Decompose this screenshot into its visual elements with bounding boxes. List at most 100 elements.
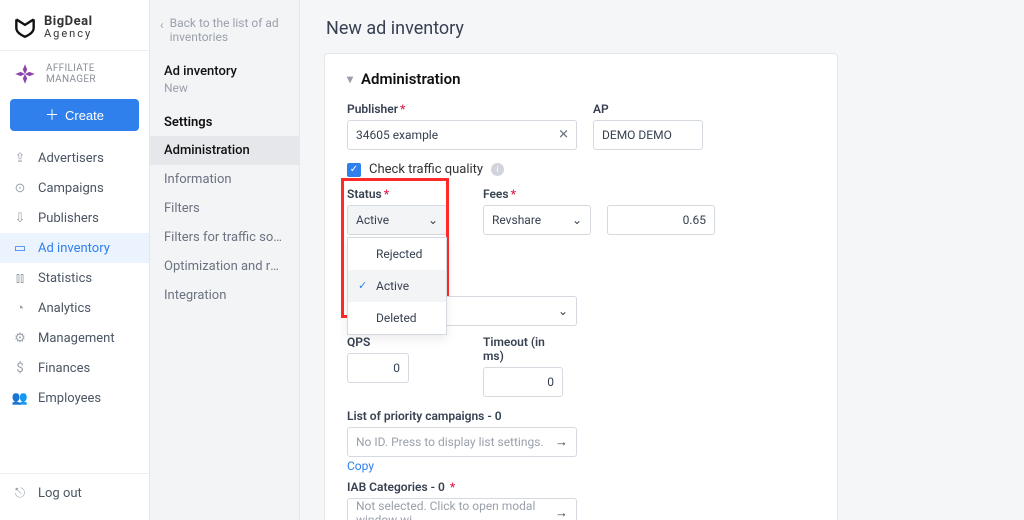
gear-icon: ⚙ xyxy=(12,330,28,346)
back-link[interactable]: ‹ Back to the list of ad inventories xyxy=(150,10,299,56)
clear-icon[interactable]: ✕ xyxy=(558,128,569,143)
back-link-label: Back to the list of ad inventories xyxy=(170,16,289,44)
create-button[interactable]: ＋ Create xyxy=(10,99,139,131)
fees-type-value: Revshare xyxy=(492,213,541,227)
chevron-down-icon: ⌄ xyxy=(558,304,568,318)
chevron-down-icon: ▾ xyxy=(347,72,353,86)
sidebar-item-ad-inventory[interactable]: ▭ Ad inventory xyxy=(0,233,149,263)
administration-panel: ▾ Administration Publisher* 34605 exampl… xyxy=(324,53,838,520)
plus-icon: ＋ xyxy=(45,108,59,122)
subnav-item-administration[interactable]: Administration xyxy=(150,136,299,165)
publisher-value: 34605 example xyxy=(356,128,438,142)
user-avatar-icon xyxy=(12,61,38,87)
sidebar-item-logout[interactable]: ⎋ Log out xyxy=(0,478,149,508)
brand-block: BigDeal Agency xyxy=(0,0,149,50)
sidebar-item-label: Analytics xyxy=(38,301,91,316)
publisher-label: Publisher* xyxy=(347,102,577,116)
arrow-right-icon: → xyxy=(555,505,568,520)
ap-label: AP xyxy=(593,102,703,116)
subnav-heading: Settings xyxy=(150,109,299,136)
status-select[interactable]: Active ⌄ xyxy=(347,205,447,235)
sidebar-item-advertisers[interactable]: ⇪ Advertisers xyxy=(0,143,149,173)
qps-label: QPS xyxy=(347,335,409,349)
breadcrumb-parent: Ad inventory xyxy=(150,56,299,81)
check-traffic-label: Check traffic quality xyxy=(369,162,483,177)
status-option-rejected[interactable]: Rejected xyxy=(348,238,446,270)
subnav-item-information[interactable]: Information xyxy=(150,165,299,194)
priority-campaigns-label: List of priority campaigns - 0 xyxy=(347,409,577,423)
logout-icon: ⎋ xyxy=(12,485,28,501)
chevron-down-icon: ⌄ xyxy=(572,213,582,227)
fees-value-label xyxy=(607,187,715,201)
chevron-left-icon: ‹ xyxy=(160,18,164,32)
sidebar-item-campaigns[interactable]: ⊙ Campaigns xyxy=(0,173,149,203)
timeout-label: Timeout (in ms) xyxy=(483,335,563,363)
globe-icon: ◔ xyxy=(12,300,28,316)
download-icon: ⇩ xyxy=(12,210,28,226)
panel-title: Administration xyxy=(361,70,460,88)
sidebar-item-label: Management xyxy=(38,331,115,346)
sidebar-item-label: Employees xyxy=(38,391,101,406)
sidebar-item-publishers[interactable]: ⇩ Publishers xyxy=(0,203,149,233)
fees-value-input[interactable]: 0.65 xyxy=(607,205,715,235)
sidebar-item-analytics[interactable]: ◔ Analytics xyxy=(0,293,149,323)
bar-chart-icon: ⫾⫾ xyxy=(12,270,28,286)
play-circle-icon: ⊙ xyxy=(12,180,28,196)
sidebar-item-finances[interactable]: $ Finances xyxy=(0,353,149,383)
dollar-icon: $ xyxy=(12,360,28,376)
timeout-value: 0 xyxy=(547,375,554,389)
arrow-right-icon: → xyxy=(555,434,568,450)
sidebar-item-employees[interactable]: 👥 Employees xyxy=(0,383,149,413)
sidebar-item-label: Publishers xyxy=(38,211,99,226)
sidebar-item-label: Ad inventory xyxy=(38,241,110,256)
info-icon[interactable]: i xyxy=(491,163,504,176)
brand-line2: Agency xyxy=(44,28,93,39)
inventory-icon: ▭ xyxy=(12,240,28,256)
main-nav: ⇪ Advertisers ⊙ Campaigns ⇩ Publishers ▭… xyxy=(0,141,149,473)
fees-value: 0.65 xyxy=(683,213,706,227)
brand-logo-icon xyxy=(12,14,38,40)
main-area: New ad inventory ▾ Administration Publis… xyxy=(300,0,1024,520)
publisher-input[interactable]: 34605 example xyxy=(347,120,577,150)
iab-categories-selector[interactable]: Not selected. Click to open modal window… xyxy=(347,498,577,520)
sidebar-item-label: Finances xyxy=(38,361,90,376)
subnav-item-integration[interactable]: Integration xyxy=(150,281,299,310)
qps-value: 0 xyxy=(393,361,400,375)
sidebar: BigDeal Agency AFFILIATE MANAGER ＋ Creat… xyxy=(0,0,150,520)
user-role-label: AFFILIATE MANAGER xyxy=(46,63,137,85)
user-block: AFFILIATE MANAGER xyxy=(0,51,149,95)
status-select-value: Active xyxy=(356,213,389,227)
page-title: New ad inventory xyxy=(326,18,1000,39)
ap-value: DEMO DEMO xyxy=(602,128,672,142)
sidebar-item-management[interactable]: ⚙ Management xyxy=(0,323,149,353)
sidebar-item-label: Campaigns xyxy=(38,181,104,196)
status-dropdown: Rejected Active Deleted xyxy=(347,237,447,335)
priority-campaigns-selector[interactable]: No ID. Press to display list settings. → xyxy=(347,427,577,457)
subnav-item-filters[interactable]: Filters xyxy=(150,194,299,223)
people-icon: 👥 xyxy=(12,390,28,406)
panel-header[interactable]: ▾ Administration xyxy=(347,70,815,88)
priority-copy-link[interactable]: Copy xyxy=(347,459,374,473)
create-label: Create xyxy=(65,108,104,123)
breadcrumb-current: New xyxy=(150,81,299,109)
subnav-item-filters-traffic[interactable]: Filters for traffic sour... xyxy=(150,223,299,252)
settings-subnav: ‹ Back to the list of ad inventories Ad … xyxy=(150,0,300,520)
chevron-down-icon: ⌄ xyxy=(428,213,438,227)
check-traffic-checkbox[interactable]: ✓ xyxy=(347,163,361,177)
priority-placeholder: No ID. Press to display list settings. xyxy=(356,435,544,449)
fees-label: Fees* xyxy=(483,187,591,201)
sidebar-item-label: Statistics xyxy=(38,271,92,286)
qps-input[interactable]: 0 xyxy=(347,353,409,383)
upload-icon: ⇪ xyxy=(12,150,28,166)
sidebar-item-label: Log out xyxy=(38,486,82,501)
status-option-active[interactable]: Active xyxy=(348,270,446,302)
status-label: Status* xyxy=(347,187,447,201)
subnav-item-optimization[interactable]: Optimization and rules xyxy=(150,252,299,281)
fees-type-select[interactable]: Revshare ⌄ xyxy=(483,205,591,235)
timeout-input[interactable]: 0 xyxy=(483,367,563,397)
ap-input[interactable]: DEMO DEMO xyxy=(593,120,703,150)
status-option-deleted[interactable]: Deleted xyxy=(348,302,446,334)
sidebar-item-label: Advertisers xyxy=(38,151,104,166)
sidebar-item-statistics[interactable]: ⫾⫾ Statistics xyxy=(0,263,149,293)
iab-placeholder: Not selected. Click to open modal window… xyxy=(356,499,555,520)
